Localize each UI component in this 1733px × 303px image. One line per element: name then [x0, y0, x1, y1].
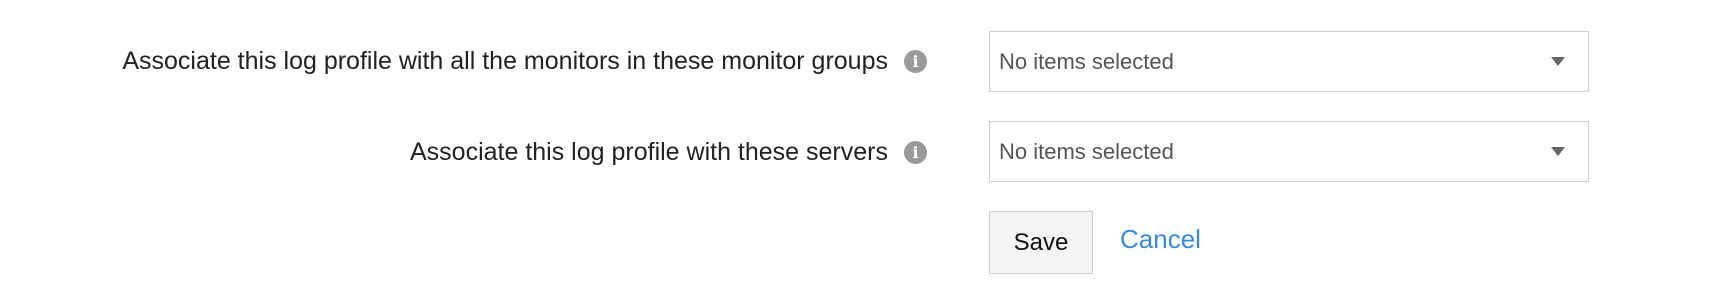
info-icon[interactable]: i [904, 50, 927, 73]
save-button[interactable]: Save [989, 211, 1093, 274]
monitor-groups-row-label: Associate this log profile with all the … [122, 47, 927, 76]
info-icon[interactable]: i [904, 141, 927, 164]
servers-select[interactable]: No items selected [989, 121, 1589, 182]
servers-row-label: Associate this log profile with these se… [410, 138, 927, 167]
monitor-groups-select-value: No items selected [999, 48, 1174, 74]
monitor-groups-label: Associate this log profile with all the … [122, 47, 888, 75]
chevron-down-icon [1551, 57, 1565, 66]
cancel-link[interactable]: Cancel [1120, 224, 1201, 255]
servers-select-value: No items selected [999, 138, 1174, 164]
chevron-down-icon [1551, 147, 1565, 156]
monitor-groups-select[interactable]: No items selected [989, 31, 1589, 92]
servers-label: Associate this log profile with these se… [410, 138, 888, 166]
